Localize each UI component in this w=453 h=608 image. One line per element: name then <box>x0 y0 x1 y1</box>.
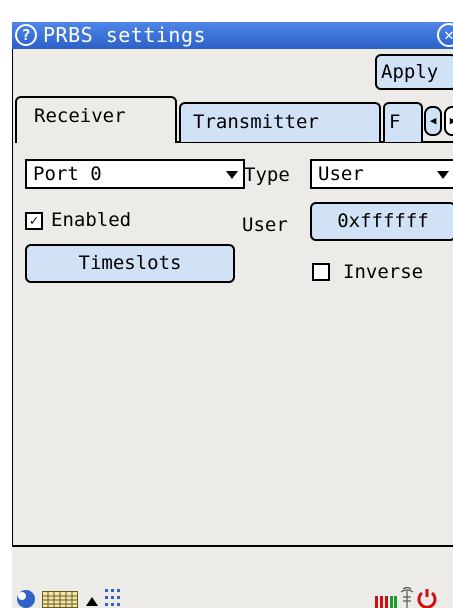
up-arrow-icon[interactable] <box>86 597 98 606</box>
user-label: User <box>242 214 288 236</box>
taskbar <box>12 545 453 608</box>
signal-bars-icon <box>375 596 397 608</box>
timeslots-button[interactable]: Timeslots <box>25 244 235 283</box>
tab-third[interactable]: F <box>383 102 423 142</box>
tab-bar: Receiver Transmitter F ◀ ▶ <box>13 96 453 143</box>
port-select[interactable]: Port 0 <box>25 159 245 189</box>
keyboard-icon[interactable] <box>42 591 78 608</box>
apply-button[interactable]: Apply <box>375 54 453 90</box>
window-title: PRBS settings <box>43 23 207 47</box>
inverse-checkbox[interactable] <box>312 263 330 281</box>
type-select-value: User <box>318 163 364 185</box>
tab-scroll-left-icon[interactable]: ◀ <box>424 106 442 136</box>
enabled-checkbox[interactable]: ✓ <box>25 212 43 230</box>
chevron-down-icon[interactable] <box>432 161 453 187</box>
power-icon[interactable] <box>417 587 437 608</box>
title-bar: ? PRBS settings ✕ <box>12 22 453 49</box>
type-select[interactable]: User <box>310 159 453 189</box>
type-label: Type <box>244 164 290 186</box>
input-grid-icon[interactable] <box>103 587 121 608</box>
user-value-button[interactable]: 0xffffff <box>310 202 453 241</box>
settings-panel: Apply Receiver Transmitter F ◀ ▶ Port 0 … <box>12 49 453 545</box>
antenna-icon <box>400 587 414 608</box>
inverse-label: Inverse <box>343 261 424 283</box>
chevron-down-icon[interactable] <box>221 161 243 187</box>
help-icon[interactable]: ? <box>15 24 37 46</box>
close-icon[interactable]: ✕ <box>437 23 453 47</box>
enabled-label: Enabled <box>51 209 132 231</box>
tab-receiver[interactable]: Receiver <box>15 96 177 143</box>
port-select-value: Port 0 <box>33 163 102 185</box>
tab-transmitter[interactable]: Transmitter <box>179 102 381 142</box>
start-icon[interactable] <box>14 587 36 608</box>
tab-scroll-right-icon[interactable]: ▶ <box>444 106 453 136</box>
